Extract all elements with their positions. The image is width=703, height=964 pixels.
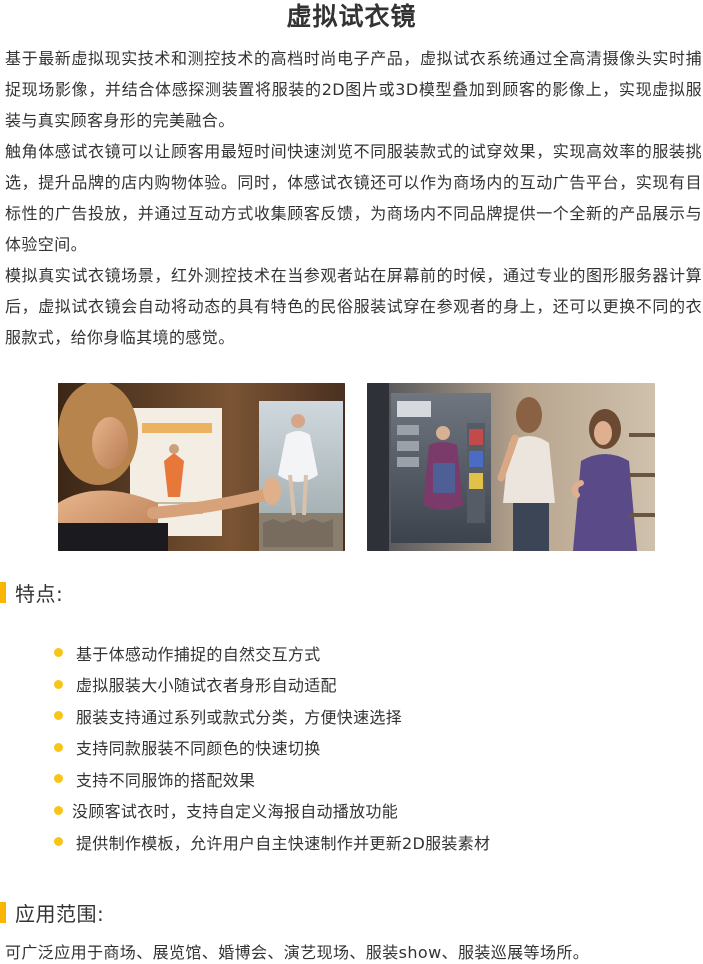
list-item: 虚拟服装大小随试衣者身形自动适配 xyxy=(54,669,490,701)
bullet-icon xyxy=(54,805,63,815)
women-trying-virtual-fitting-screen-photo xyxy=(367,383,655,551)
bullet-icon xyxy=(54,711,63,721)
bullet-icon xyxy=(54,679,63,689)
features-title: 特点: xyxy=(15,581,64,606)
feature-text: 基于体感动作捕捉的自然交互方式 xyxy=(76,644,321,664)
woman-touching-virtual-mirror-photo xyxy=(58,383,345,551)
list-item: 没顾客试衣时，支持自定义海报自动播放功能 xyxy=(54,795,490,827)
section-accent-bar xyxy=(0,581,6,603)
scope-title: 应用范围: xyxy=(15,901,105,926)
feature-text: 提供制作模板，允许用户自主快速制作并更新2D服装素材 xyxy=(76,833,491,853)
section-accent-bar xyxy=(0,901,6,923)
feature-list: 基于体感动作捕捉的自然交互方式 虚拟服装大小随试衣者身形自动适配 服装支持通过系… xyxy=(54,637,490,858)
page-title: 虚拟试衣镜 xyxy=(286,2,417,31)
feature-text: 支持同款服装不同颜色的快速切换 xyxy=(76,739,321,759)
list-item: 支持不同服饰的搭配效果 xyxy=(54,763,490,795)
scope-text: 可广泛应用于商场、展览馆、婚博会、演艺现场、服装show、服装巡展等场所。 xyxy=(5,943,590,962)
bullet-icon xyxy=(54,774,63,784)
list-item: 提供制作模板，允许用户自主快速制作并更新2D服装素材 xyxy=(54,826,490,858)
feature-text: 服装支持通过系列或款式分类，方便快速选择 xyxy=(76,707,403,727)
intro-paragraph: 模拟真实试衣镜场景，红外测控技术在当参观者站在屏幕前的时候，通过专业的图形服务器… xyxy=(5,266,702,347)
list-item: 基于体感动作捕捉的自然交互方式 xyxy=(54,637,490,669)
scope-heading: 应用范围: xyxy=(0,898,104,926)
feature-text: 支持不同服饰的搭配效果 xyxy=(76,770,256,790)
intro-paragraph: 触角体感试衣镜可以让顾客用最短时间快速浏览不同服装款式的试穿效果，实现高效率的服… xyxy=(5,142,702,254)
list-item: 服装支持通过系列或款式分类，方便快速选择 xyxy=(54,700,490,732)
feature-text: 没顾客试衣时，支持自定义海报自动播放功能 xyxy=(72,802,399,822)
bullet-icon xyxy=(54,742,63,752)
bullet-icon xyxy=(54,837,63,847)
feature-text: 虚拟服装大小随试衣者身形自动适配 xyxy=(76,676,337,696)
features-heading: 特点: xyxy=(0,578,63,606)
intro-text: 基于最新虚拟现实技术和测控技术的高档时尚电子产品，虚拟试衣系统通过全高清摄像头实… xyxy=(5,43,702,353)
intro-paragraph: 基于最新虚拟现实技术和测控技术的高档时尚电子产品，虚拟试衣系统通过全高清摄像头实… xyxy=(5,49,702,130)
list-item: 支持同款服装不同颜色的快速切换 xyxy=(54,732,490,764)
bullet-icon xyxy=(54,648,63,658)
